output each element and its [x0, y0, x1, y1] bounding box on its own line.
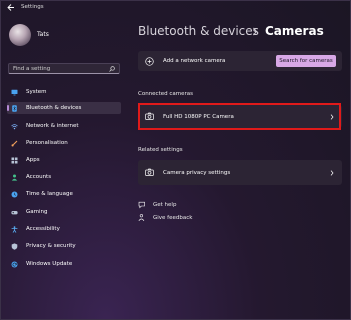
chevron-right-icon [330, 169, 334, 176]
camera-privacy-settings-item[interactable]: Camera privacy settings [138, 160, 342, 185]
apps-icon [11, 157, 18, 163]
sidebar-item-label: Privacy & security [26, 243, 76, 249]
globe-clock-icon [11, 191, 18, 197]
avatar[interactable] [9, 24, 31, 46]
sidebar-item-privacy-security[interactable]: Privacy & security [7, 240, 121, 252]
brush-icon [11, 140, 18, 146]
add-network-camera-label: Add a network camera [163, 58, 226, 64]
sidebar-item-label: Time & language [26, 191, 73, 197]
sidebar-item-apps[interactable]: Apps [7, 154, 121, 166]
breadcrumb-parent[interactable]: Bluetooth & devices [138, 24, 259, 38]
add-network-camera-card: Add a network camera Search for cameras [138, 51, 342, 71]
active-indicator [7, 105, 9, 111]
help-icon [138, 201, 145, 209]
sidebar-item-time-language[interactable]: Time & language [7, 188, 121, 200]
user-name: Tats [37, 31, 49, 38]
camera-icon [145, 168, 154, 176]
sidebar-item-label: Apps [26, 157, 40, 163]
give-feedback-link[interactable]: Give feedback [138, 214, 258, 223]
shield-icon [11, 242, 18, 250]
search-icon [109, 65, 115, 72]
get-help-link[interactable]: Get help [138, 201, 258, 210]
bluetooth-icon [12, 104, 17, 112]
sidebar-item-accessibility[interactable]: Accessibility [7, 223, 121, 235]
sidebar-item-personalisation[interactable]: Personalisation [7, 137, 121, 149]
sidebar-item-label: Personalisation [26, 140, 68, 146]
search-for-cameras-button[interactable]: Search for cameras [276, 55, 336, 67]
highlight-box [138, 103, 341, 130]
sidebar-item-label: Network & internet [26, 123, 79, 129]
sidebar-item-label: Accessibility [26, 226, 60, 232]
sidebar-item-network[interactable]: Network & internet [7, 120, 121, 132]
sidebar-item-label: Bluetooth & devices [26, 105, 82, 111]
sidebar-item-gaming[interactable]: Gaming [7, 206, 121, 218]
sidebar-item-label: System [26, 89, 47, 95]
related-settings-heading: Related settings [138, 147, 183, 153]
wifi-icon [11, 123, 18, 129]
plus-circle-icon [145, 56, 154, 66]
settings-window: Settings Tats Find a setting System Blue… [0, 0, 351, 320]
give-feedback-label: Give feedback [153, 215, 193, 221]
search-input[interactable]: Find a setting [8, 63, 120, 74]
person-icon [11, 174, 18, 181]
chevron-right-icon [253, 27, 258, 36]
page-title: Cameras [265, 24, 324, 38]
accessibility-icon [11, 225, 18, 233]
sidebar-item-label: Gaming [26, 209, 48, 215]
search-placeholder: Find a setting [13, 65, 51, 72]
feedback-icon [138, 214, 145, 221]
title-bar: Settings [1, 1, 350, 15]
monitor-icon [11, 89, 18, 95]
back-arrow-icon[interactable] [7, 3, 15, 12]
sidebar-item-label: Windows Update [26, 261, 73, 267]
sidebar-item-bluetooth-devices[interactable]: Bluetooth & devices [7, 102, 121, 114]
sidebar-item-windows-update[interactable]: Windows Update [7, 258, 121, 270]
sidebar-item-accounts[interactable]: Accounts [7, 171, 121, 183]
camera-privacy-settings-label: Camera privacy settings [163, 169, 231, 176]
connected-cameras-heading: Connected cameras [138, 91, 193, 97]
sidebar-item-system[interactable]: System [7, 86, 121, 98]
window-title: Settings [21, 4, 44, 10]
update-icon [11, 261, 18, 267]
sidebar-item-label: Accounts [26, 174, 52, 180]
get-help-label: Get help [153, 202, 177, 208]
controller-icon [11, 210, 18, 214]
